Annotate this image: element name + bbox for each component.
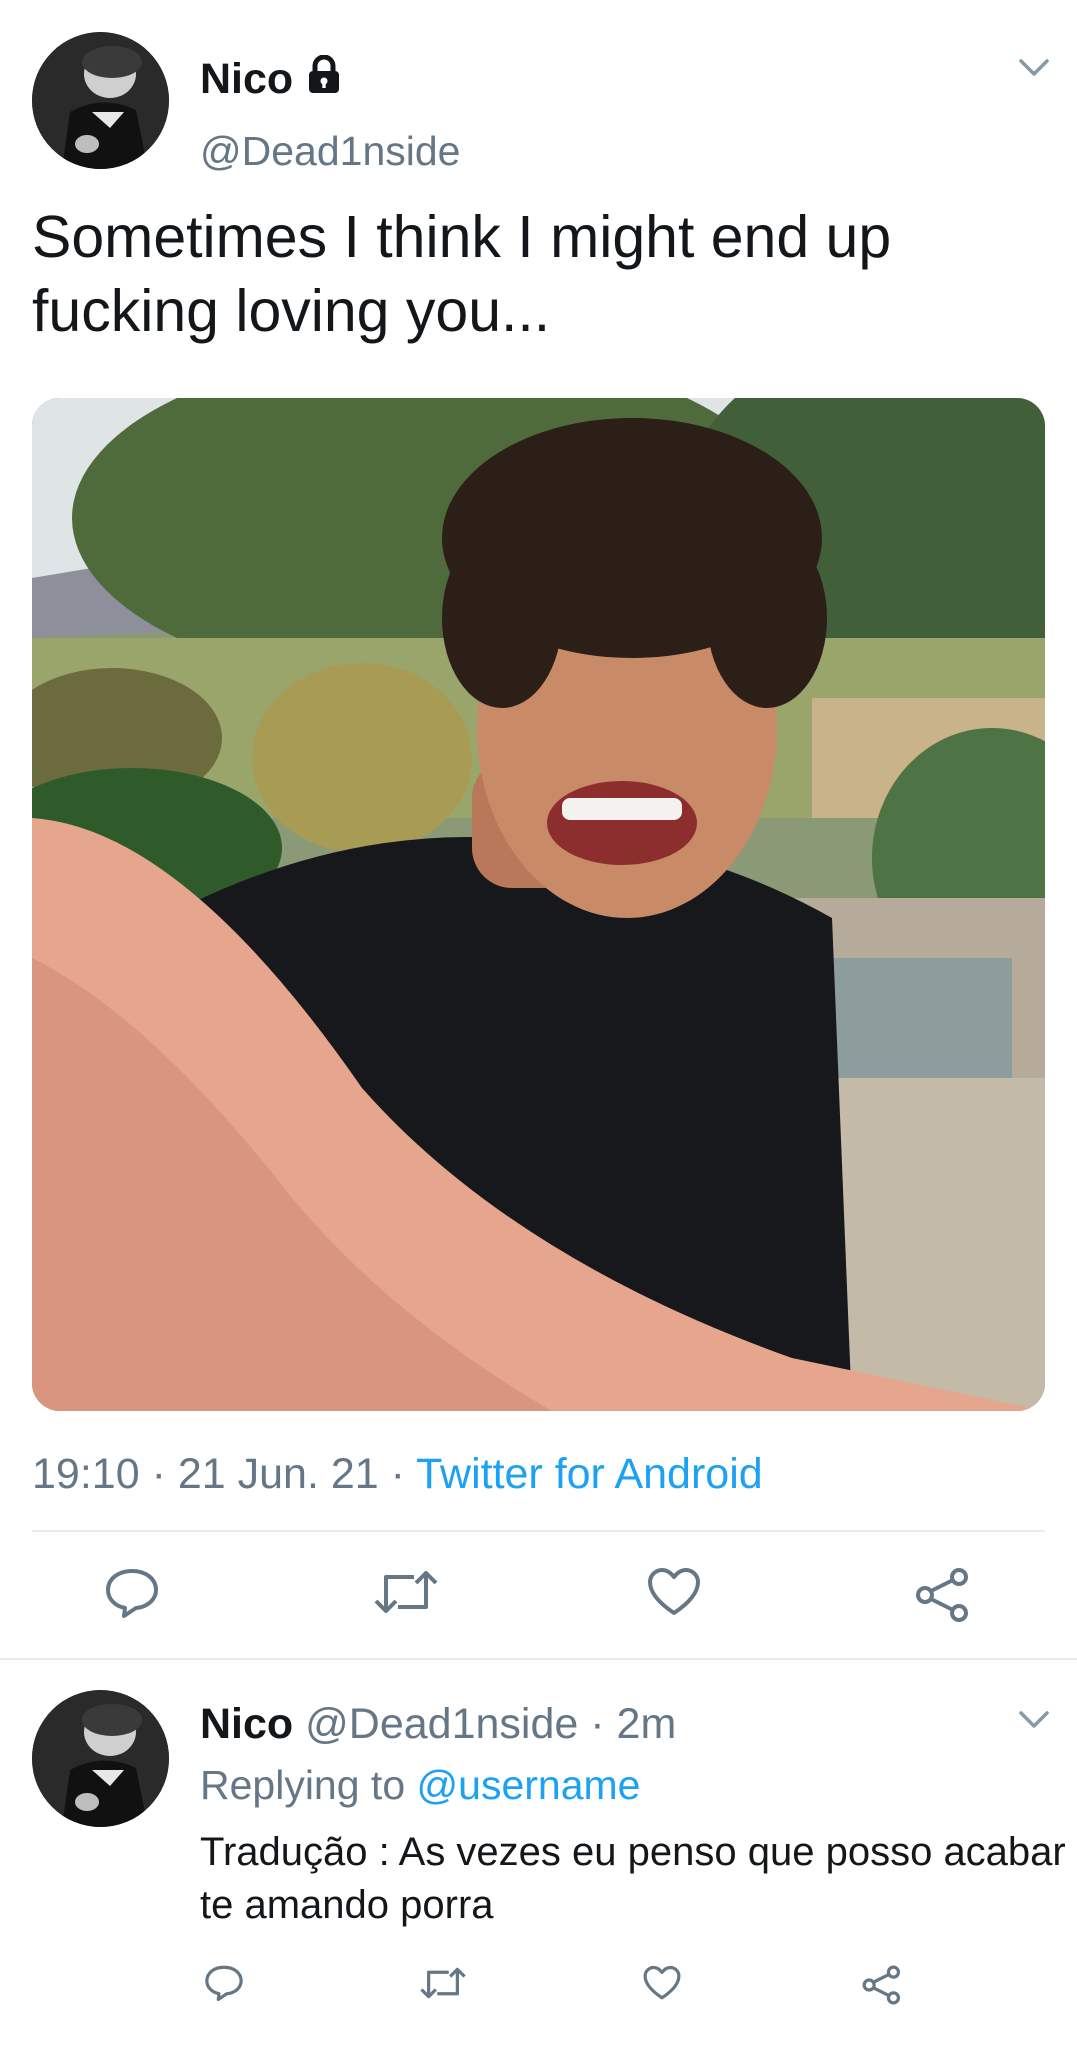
like-button[interactable] <box>647 1567 701 1617</box>
share-icon <box>862 1965 901 2005</box>
replying-to: Replying to @username <box>200 1762 640 1809</box>
reply-retweet-button[interactable] <box>420 1965 466 2001</box>
tweet-source-link[interactable]: Twitter for Android <box>416 1450 763 1498</box>
tweet-text: Sometimes I think I might end up fucking… <box>32 204 892 344</box>
meta-separator: · <box>390 1450 405 1498</box>
avatar-image <box>32 32 169 169</box>
reply-icon <box>106 1569 158 1618</box>
reply-icon <box>205 1965 243 2002</box>
chevron-down-icon[interactable] <box>1018 1710 1050 1730</box>
meta-separator: · <box>151 1450 166 1498</box>
reply-header: Nico @Dead1nside · 2m <box>200 1700 676 1749</box>
author-name[interactable]: Nico <box>200 55 293 103</box>
reply-button[interactable] <box>104 1567 160 1619</box>
retweet-icon <box>374 1571 438 1613</box>
meta-separator: · <box>590 1700 605 1748</box>
reply-like-button[interactable] <box>643 1965 681 2001</box>
author-avatar[interactable] <box>32 32 169 169</box>
tweet-divider <box>0 1658 1077 1660</box>
heart-icon <box>643 1965 681 2000</box>
replying-label: Replying to <box>200 1762 406 1808</box>
reply-author-avatar[interactable] <box>32 1690 169 1827</box>
share-icon <box>916 1568 968 1622</box>
author-name-row[interactable]: Nico <box>200 54 343 106</box>
replying-mention-link[interactable]: @username <box>417 1762 641 1808</box>
reply-share-button[interactable] <box>862 1965 902 2005</box>
tweet-meta: 19:10 · 21 Jun. 21 · Twitter for Android <box>32 1450 763 1499</box>
reply-author-name[interactable]: Nico <box>200 1700 293 1748</box>
author-handle[interactable]: @Dead1nside <box>200 128 460 175</box>
retweet-icon <box>420 1967 466 1999</box>
reply-author-handle[interactable]: @Dead1nside <box>305 1700 578 1748</box>
lock-icon <box>305 54 343 106</box>
reply-reply-button[interactable] <box>204 1964 244 2002</box>
chevron-down-icon[interactable] <box>1018 58 1050 78</box>
meta-divider <box>32 1530 1045 1532</box>
reply-text: Tradução : As vezes eu penso que posso a… <box>200 1830 1066 1927</box>
reply-age: 2m <box>616 1700 677 1748</box>
tweet-photo[interactable] <box>32 398 1045 1411</box>
heart-icon <box>648 1568 700 1615</box>
retweet-button[interactable] <box>374 1567 438 1617</box>
avatar-image <box>32 1690 169 1827</box>
share-button[interactable] <box>915 1567 971 1623</box>
tweet-time: 19:10 <box>32 1450 140 1498</box>
tweet-date: 21 Jun. 21 <box>177 1450 379 1498</box>
